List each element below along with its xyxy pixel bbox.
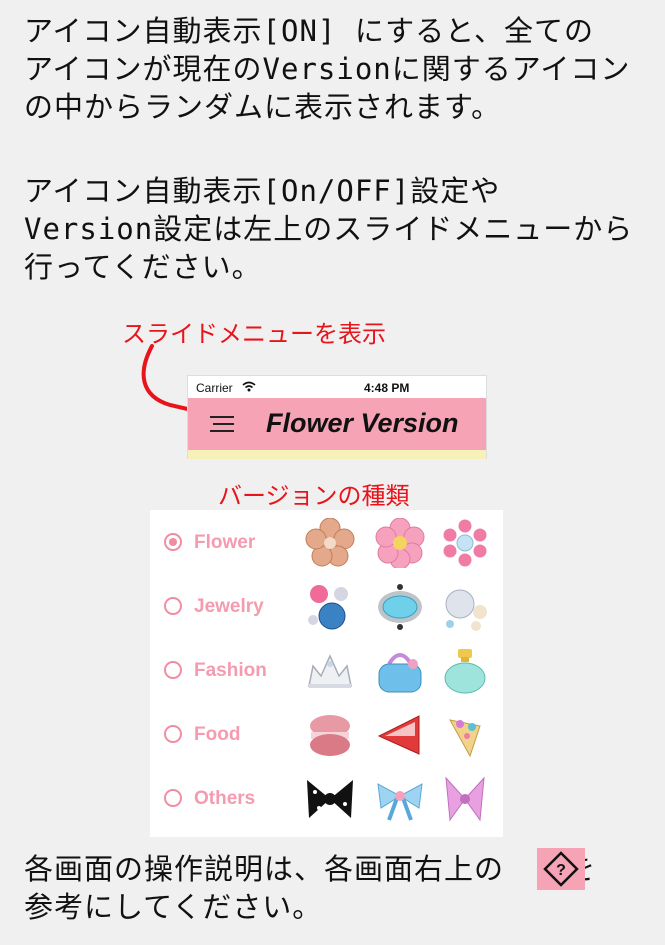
copper-flower-icon: [305, 518, 355, 567]
footer-line-2: 参考にしてください。: [24, 890, 323, 924]
radio-button[interactable]: [164, 661, 182, 679]
svg-text:?: ?: [556, 862, 566, 879]
perfume-icon: [444, 649, 486, 694]
gems-icon: [308, 585, 348, 630]
blue-ribbon-icon: [377, 783, 423, 821]
version-label: Flower: [194, 532, 256, 553]
version-row-flower[interactable]: Flower: [150, 511, 503, 575]
status-bar: Carrier 4:48 PM: [188, 376, 486, 398]
cake-icon: [449, 719, 481, 758]
version-list: Flower Jewelry Fashion Food Others: [150, 510, 503, 837]
settings-paragraph: アイコン自動表示[On/OFF]設定や Version設定は左上のスライドメニュ…: [24, 172, 644, 286]
version-row-food[interactable]: Food: [150, 703, 503, 767]
navigation-bar: Flower Version: [188, 398, 486, 450]
nav-title: Flower Version: [266, 408, 459, 438]
version-types-annotation: バージョンの種類: [218, 482, 410, 510]
radio-button[interactable]: [164, 789, 182, 807]
navbar-divider: [188, 450, 486, 459]
version-row-jewelry[interactable]: Jewelry: [150, 575, 503, 639]
version-label: Food: [194, 724, 241, 745]
strawberry-icon: [377, 715, 420, 755]
settings-line: Version設定は左上のスライドメニューから: [24, 212, 634, 246]
phone-screenshot: Carrier 4:48 PM Flower Version: [187, 375, 487, 459]
help-diamond-icon: ?: [537, 848, 585, 890]
radio-button[interactable]: [164, 597, 182, 615]
version-row-others[interactable]: Others: [150, 767, 503, 831]
footer-text-before: 各画面の操作説明は、各画面右上の: [24, 852, 505, 886]
carrier-label: Carrier: [196, 381, 233, 395]
intro-line: アイコンが現在のVersionに関するアイコン: [24, 52, 631, 86]
tiara-icon: [308, 654, 352, 688]
handbag-icon: [378, 653, 422, 693]
hamburger-menu-icon[interactable]: [210, 416, 234, 436]
diamond-pearl-icon: [445, 589, 487, 631]
macaron-icon: [310, 715, 350, 756]
version-row-fashion[interactable]: Fashion: [150, 639, 503, 703]
intro-paragraph: アイコン自動表示[ON] にすると、全ての アイコンが現在のVersionに関す…: [24, 12, 644, 126]
intro-line: の中からランダムに表示されます。: [24, 90, 502, 124]
slide-menu-annotation: スライドメニューを表示: [122, 320, 386, 348]
aquamarine-icon: [378, 584, 422, 630]
version-label: Fashion: [194, 660, 267, 681]
radio-button-selected[interactable]: [164, 533, 182, 551]
radio-button[interactable]: [164, 725, 182, 743]
settings-line: アイコン自動表示[On/OFF]設定や: [24, 174, 501, 208]
black-ribbon-icon: [307, 780, 353, 818]
wifi-icon: [242, 381, 256, 395]
version-label: Jewelry: [194, 596, 264, 617]
jewel-flower-icon: [442, 518, 488, 568]
pink-bow-icon: [445, 776, 485, 822]
version-label: Others: [194, 788, 256, 809]
intro-line: アイコン自動表示[ON] にすると、全ての: [24, 14, 594, 48]
status-time: 4:48 PM: [364, 381, 410, 395]
pink-flower-icon: [375, 518, 425, 568]
settings-line: 行ってください。: [24, 250, 262, 284]
